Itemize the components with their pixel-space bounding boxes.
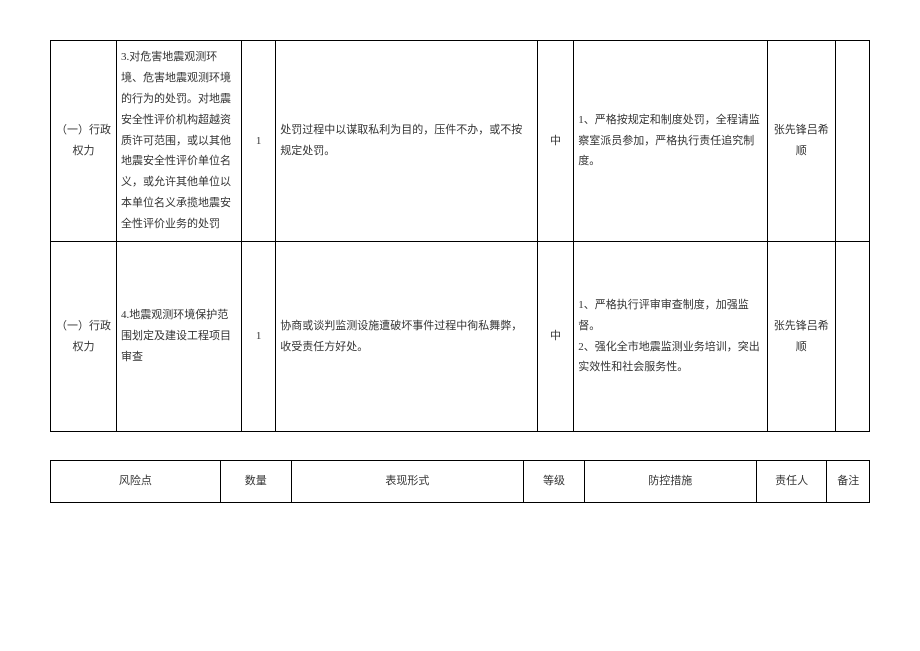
cell-quantity: 1 <box>242 242 276 432</box>
header-row: 风险点 数量 表现形式 等级 防控措施 责任人 备注 <box>51 461 870 503</box>
cell-measures: 1、严格按规定和制度处罚，全程请监察室派员参加，严格执行责任追究制度。 <box>574 41 767 242</box>
header-measures: 防控措施 <box>584 461 756 503</box>
cell-form: 协商或谈判监测设施遭破坏事件过程中徇私舞弊，收受责任方好处。 <box>276 242 538 432</box>
table-row: （一）行政权力 3.对危害地震观测环境、危害地震观测环境的行为的处罚。对地震安全… <box>51 41 870 242</box>
header-remark: 备注 <box>827 461 870 503</box>
header-person: 责任人 <box>756 461 827 503</box>
cell-form: 处罚过程中以谋取私利为目的，压件不办，或不按规定处罚。 <box>276 41 538 242</box>
column-header-table: 风险点 数量 表现形式 等级 防控措施 责任人 备注 <box>50 460 870 503</box>
cell-measures: 1、严格执行评审审查制度，加强监督。 2、强化全市地震监测业务培训，突出实效性和… <box>574 242 767 432</box>
cell-category: （一）行政权力 <box>51 41 117 242</box>
risk-data-table: （一）行政权力 3.对危害地震观测环境、危害地震观测环境的行为的处罚。对地震安全… <box>50 40 870 432</box>
header-quantity: 数量 <box>220 461 291 503</box>
cell-category: （一）行政权力 <box>51 242 117 432</box>
cell-level: 中 <box>537 41 573 242</box>
cell-risk-point: 3.对危害地震观测环境、危害地震观测环境的行为的处罚。对地震安全性评价机构超越资… <box>116 41 241 242</box>
header-risk-point: 风险点 <box>51 461 221 503</box>
cell-person: 张先锋吕希顺 <box>767 242 835 432</box>
cell-remark <box>835 242 869 432</box>
table-row: （一）行政权力 4.地震观测环境保护范围划定及建设工程项目审查 1 协商或谈判监… <box>51 242 870 432</box>
header-level: 等级 <box>524 461 585 503</box>
cell-risk-point: 4.地震观测环境保护范围划定及建设工程项目审查 <box>116 242 241 432</box>
header-form: 表现形式 <box>291 461 524 503</box>
cell-level: 中 <box>537 242 573 432</box>
cell-remark <box>835 41 869 242</box>
cell-person: 张先锋吕希顺 <box>767 41 835 242</box>
cell-quantity: 1 <box>242 41 276 242</box>
